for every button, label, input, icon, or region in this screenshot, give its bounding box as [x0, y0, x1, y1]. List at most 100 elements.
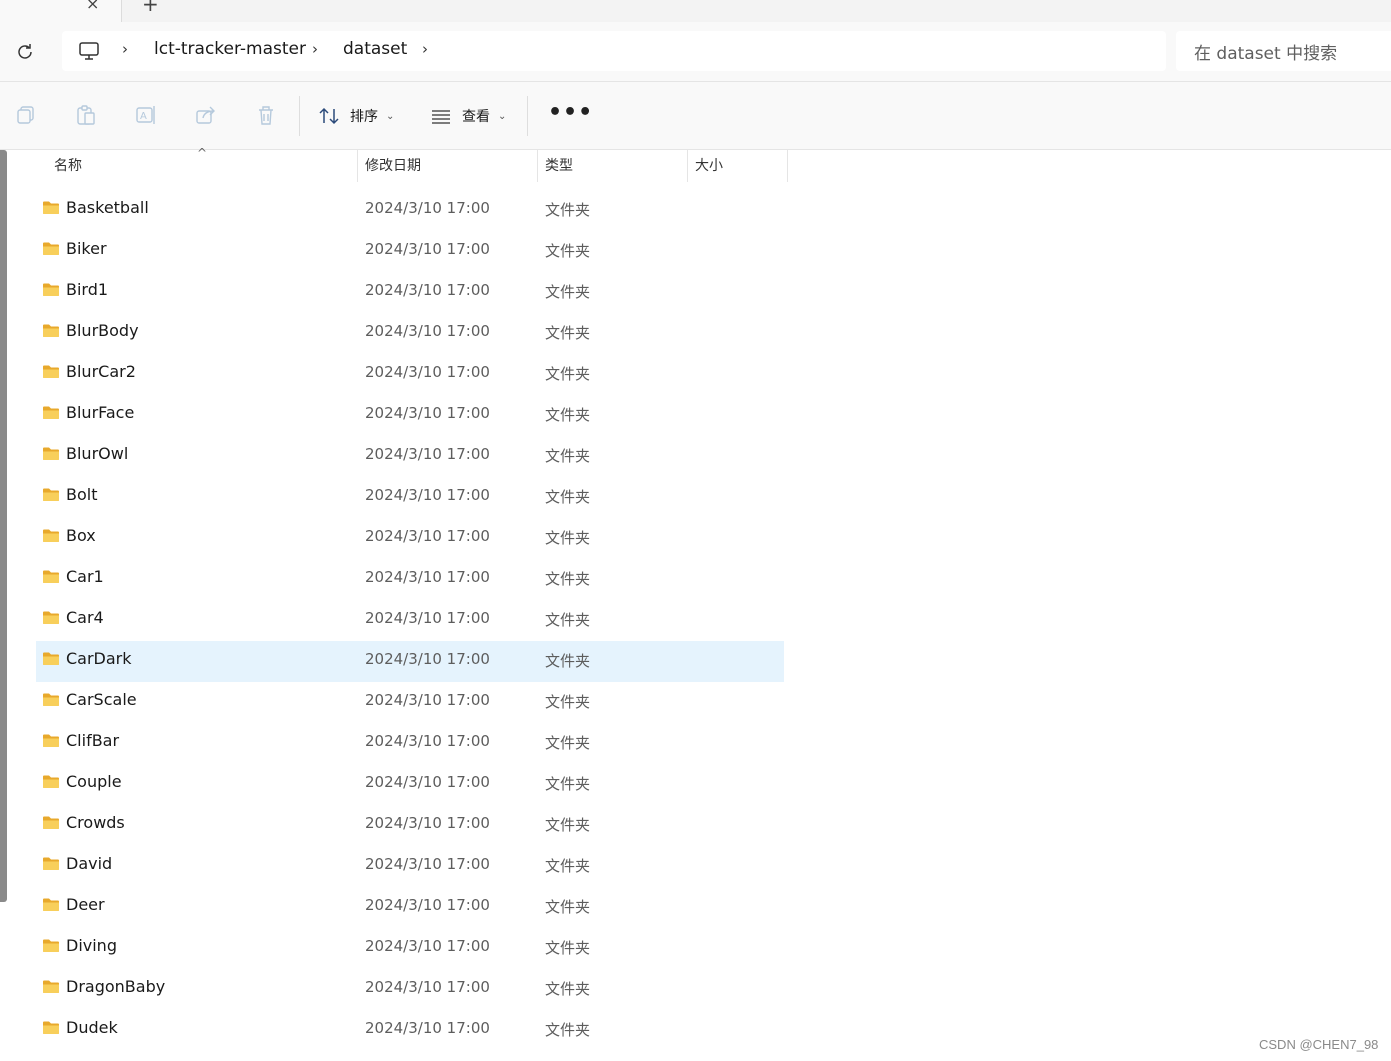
file-type: 文件夹: [545, 775, 591, 793]
table-row[interactable]: ClifBar 2024/3/10 17:00 文件夹: [36, 723, 784, 764]
file-name: BlurBody: [66, 321, 139, 340]
column-divider[interactable]: [787, 150, 788, 182]
column-header-name-label: 名称: [54, 158, 82, 174]
table-row[interactable]: Diving 2024/3/10 17:00 文件夹: [36, 928, 784, 969]
folder-icon: [43, 734, 59, 747]
column-header-name[interactable]: 名称: [46, 150, 356, 182]
file-modified-date: 2024/3/10 17:00: [365, 445, 490, 463]
file-modified-date: 2024/3/10 17:00: [365, 322, 490, 340]
file-modified-date: 2024/3/10 17:00: [365, 568, 490, 586]
table-row[interactable]: Car1 2024/3/10 17:00 文件夹: [36, 559, 784, 600]
folder-icon: [43, 898, 59, 911]
file-type: 文件夹: [545, 201, 591, 219]
file-type: 文件夹: [545, 611, 591, 629]
paste-icon[interactable]: [75, 104, 97, 126]
refresh-icon[interactable]: [14, 41, 36, 63]
close-icon[interactable]: ×: [86, 0, 99, 13]
file-name: CarDark: [66, 649, 132, 668]
folder-icon: [43, 283, 59, 296]
file-type: 文件夹: [545, 406, 591, 424]
column-header-modified-label: 修改日期: [365, 158, 421, 174]
file-name: Car4: [66, 608, 104, 627]
file-type: 文件夹: [545, 529, 591, 547]
table-row[interactable]: Box 2024/3/10 17:00 文件夹: [36, 518, 784, 559]
file-name: Diving: [66, 936, 117, 955]
sort-icon: [319, 107, 339, 125]
file-type: 文件夹: [545, 570, 591, 588]
plus-icon[interactable]: +: [142, 0, 159, 16]
table-row[interactable]: Dudek 2024/3/10 17:00 文件夹: [36, 1010, 784, 1051]
table-row[interactable]: BlurBody 2024/3/10 17:00 文件夹: [36, 313, 784, 354]
computer-icon[interactable]: [78, 40, 100, 62]
table-row[interactable]: DragonBaby 2024/3/10 17:00 文件夹: [36, 969, 784, 1010]
table-row[interactable]: Couple 2024/3/10 17:00 文件夹: [36, 764, 784, 805]
table-row[interactable]: Deer 2024/3/10 17:00 文件夹: [36, 887, 784, 928]
folder-icon: [43, 324, 59, 337]
file-modified-date: 2024/3/10 17:00: [365, 732, 490, 750]
folder-icon: [43, 611, 59, 624]
file-modified-date: 2024/3/10 17:00: [365, 814, 490, 832]
toolbar-divider: [299, 96, 300, 136]
more-options-icon[interactable]: •••: [548, 100, 593, 125]
folder-icon: [43, 1021, 59, 1034]
file-type: 文件夹: [545, 734, 591, 752]
folder-icon: [43, 570, 59, 583]
file-type: 文件夹: [545, 939, 591, 957]
table-row[interactable]: Bird1 2024/3/10 17:00 文件夹: [36, 272, 784, 313]
scrollbar[interactable]: [0, 150, 7, 902]
column-header-size[interactable]: 大小: [687, 150, 787, 182]
file-type: 文件夹: [545, 283, 591, 301]
folder-icon: [43, 201, 59, 214]
table-row[interactable]: BlurCar2 2024/3/10 17:00 文件夹: [36, 354, 784, 395]
file-type: 文件夹: [545, 242, 591, 260]
address-bar: › lct-tracker-master › dataset › 在 datas…: [0, 22, 1391, 82]
column-header-modified[interactable]: 修改日期: [357, 150, 537, 182]
file-modified-date: 2024/3/10 17:00: [365, 199, 490, 217]
file-name: Biker: [66, 239, 107, 258]
view-label: 查看: [462, 109, 490, 125]
rename-icon[interactable]: A: [135, 104, 157, 126]
file-type: 文件夹: [545, 488, 591, 506]
table-row[interactable]: David 2024/3/10 17:00 文件夹: [36, 846, 784, 887]
file-modified-date: 2024/3/10 17:00: [365, 527, 490, 545]
table-row[interactable]: Crowds 2024/3/10 17:00 文件夹: [36, 805, 784, 846]
file-modified-date: 2024/3/10 17:00: [365, 773, 490, 791]
folder-icon: [43, 365, 59, 378]
active-tab[interactable]: ×: [0, 0, 122, 22]
column-header-type[interactable]: 类型: [537, 150, 687, 182]
file-name: David: [66, 854, 113, 873]
file-modified-date: 2024/3/10 17:00: [365, 855, 490, 873]
search-placeholder: 在 dataset 中搜索: [1194, 44, 1338, 64]
search-input[interactable]: 在 dataset 中搜索: [1176, 31, 1391, 71]
view-list-icon: [432, 110, 450, 124]
breadcrumb-item-lct-tracker-master[interactable]: lct-tracker-master: [154, 39, 306, 59]
table-row[interactable]: Car4 2024/3/10 17:00 文件夹: [36, 600, 784, 641]
table-row[interactable]: Biker 2024/3/10 17:00 文件夹: [36, 231, 784, 272]
table-row[interactable]: BlurOwl 2024/3/10 17:00 文件夹: [36, 436, 784, 477]
table-row[interactable]: Bolt 2024/3/10 17:00 文件夹: [36, 477, 784, 518]
share-icon[interactable]: [195, 104, 217, 126]
toolbar-divider: [527, 96, 528, 136]
table-row[interactable]: CarDark 2024/3/10 17:00 文件夹: [36, 641, 784, 682]
table-row[interactable]: BlurFace 2024/3/10 17:00 文件夹: [36, 395, 784, 436]
copy-icon[interactable]: [15, 104, 37, 126]
table-row[interactable]: CarScale 2024/3/10 17:00 文件夹: [36, 682, 784, 723]
file-modified-date: 2024/3/10 17:00: [365, 609, 490, 627]
view-button[interactable]: 查看 ⌄: [430, 102, 506, 130]
chevron-right-icon[interactable]: ›: [312, 40, 318, 58]
tab-strip: × +: [0, 0, 1391, 22]
breadcrumb-item-dataset[interactable]: dataset: [343, 39, 407, 59]
chevron-right-icon[interactable]: ›: [422, 40, 428, 58]
chevron-right-icon[interactable]: ›: [122, 40, 128, 58]
breadcrumb[interactable]: › lct-tracker-master › dataset ›: [62, 31, 1166, 71]
sort-button[interactable]: 排序 ⌄: [318, 102, 394, 130]
file-name: Deer: [66, 895, 105, 914]
file-modified-date: 2024/3/10 17:00: [365, 363, 490, 381]
file-name: Bird1: [66, 280, 109, 299]
folder-icon: [43, 529, 59, 542]
delete-icon[interactable]: [255, 104, 277, 126]
file-type: 文件夹: [545, 365, 591, 383]
folder-icon: [43, 652, 59, 665]
folder-icon: [43, 693, 59, 706]
table-row[interactable]: Basketball 2024/3/10 17:00 文件夹: [36, 190, 784, 231]
